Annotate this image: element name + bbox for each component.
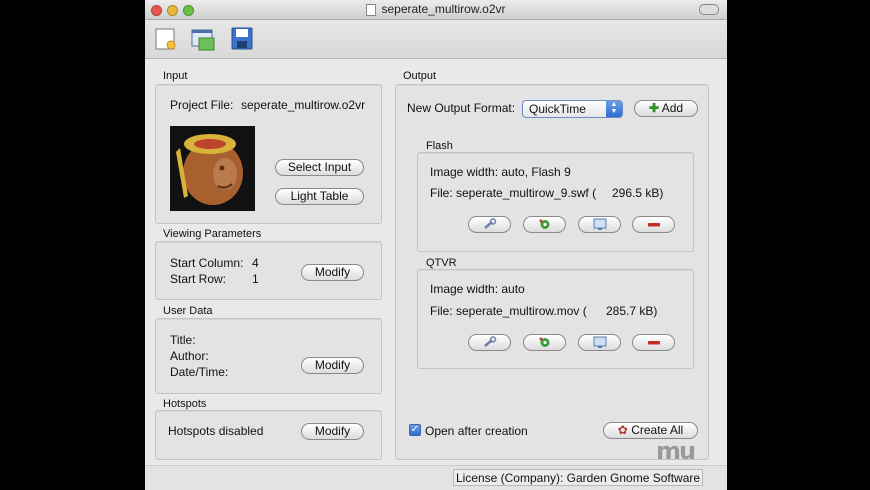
gear-icon [539, 337, 550, 347]
output-group: New Output Format: QuickTime ▲ ▼ ✚ Add Fl… [395, 84, 709, 460]
flash-group: Image width: auto, Flash 9 File: seperat… [417, 152, 694, 252]
window-title: seperate_multirow.o2vr [381, 2, 506, 16]
minimize-window-button[interactable] [167, 5, 178, 16]
flash-build-button[interactable] [523, 216, 566, 233]
add-output-label: Add [661, 101, 684, 115]
qtvr-file-size: 285.7 kB) [606, 304, 658, 318]
input-section-label: Input [163, 70, 188, 82]
start-row-value: 1 [252, 272, 259, 286]
window-title-wrap: seperate_multirow.o2vr [366, 0, 506, 19]
save-project-icon[interactable] [229, 26, 255, 52]
qtvr-settings-button[interactable] [468, 334, 511, 351]
flash-image-width: Image width: auto, Flash 9 [430, 165, 571, 179]
license-info: License (Company): Garden Gnome Software [453, 469, 703, 486]
start-column-value: 4 [252, 256, 259, 270]
author-field-label: Author: [170, 349, 209, 363]
watermark-logo: mu [656, 437, 696, 465]
project-file-label: Project File: [170, 98, 234, 112]
qtvr-preview-button[interactable] [578, 334, 621, 351]
create-gear-icon: ✿ [617, 423, 628, 437]
open-after-creation-checkbox[interactable]: ✓ [409, 424, 421, 436]
viewing-modify-button[interactable]: Modify [301, 264, 364, 281]
hotspots-group: Hotspots disabled Modify [155, 410, 382, 460]
start-row-label: Start Row: [170, 272, 227, 286]
open-project-icon[interactable] [190, 26, 216, 52]
monitor-icon [593, 218, 607, 230]
qtvr-file: File: seperate_multirow.mov ( [430, 304, 587, 318]
document-icon [366, 3, 377, 16]
input-group: Project File: seperate_multirow.o2vr Sel… [155, 84, 382, 224]
select-input-button[interactable]: Select Input [275, 159, 364, 176]
close-window-button[interactable] [151, 5, 162, 16]
flash-remove-button[interactable] [632, 216, 675, 233]
minus-icon [648, 341, 660, 345]
output-format-value: QuickTime [529, 102, 586, 116]
user-data-modify-button[interactable]: Modify [301, 357, 364, 374]
qtvr-build-button[interactable] [523, 334, 566, 351]
input-thumbnail [170, 126, 255, 211]
monitor-icon [593, 336, 607, 348]
flash-preview-button[interactable] [578, 216, 621, 233]
open-after-creation-label: Open after creation [425, 424, 528, 438]
user-data-group: Title: Author: Date/Time: Modify [155, 318, 382, 394]
viewing-section-label: Viewing Parameters [163, 228, 262, 240]
qtvr-section-label: QTVR [426, 257, 457, 269]
flash-file: File: seperate_multirow_9.swf ( [430, 186, 597, 200]
minus-icon [648, 223, 660, 227]
title-bar: seperate_multirow.o2vr [145, 0, 727, 20]
light-table-button[interactable]: Light Table [275, 188, 364, 205]
qtvr-group: Image width: auto File: seperate_multiro… [417, 269, 694, 369]
toolbar [145, 20, 727, 59]
wrench-icon [484, 218, 497, 229]
gear-icon [539, 219, 550, 229]
qtvr-remove-button[interactable] [632, 334, 675, 351]
add-plus-icon: ✚ [648, 101, 660, 115]
flash-file-size: 296.5 kB) [612, 186, 664, 200]
start-column-label: Start Column: [170, 256, 244, 270]
datetime-field-label: Date/Time: [170, 365, 229, 379]
status-bar: License (Company): Garden Gnome Software [145, 465, 727, 490]
wrench-icon [484, 336, 497, 347]
select-arrows-icon: ▲ ▼ [606, 101, 622, 117]
viewing-group: Start Column: 4 Start Row: 1 Modify [155, 241, 382, 300]
title-field-label: Title: [170, 333, 196, 347]
project-file-value: seperate_multirow.o2vr [241, 98, 366, 112]
hotspots-modify-button[interactable]: Modify [301, 423, 364, 440]
qtvr-image-width: Image width: auto [430, 282, 525, 296]
new-output-format-label: New Output Format: [407, 101, 516, 115]
add-output-button[interactable]: ✚ Add [634, 100, 698, 117]
zoom-window-button[interactable] [183, 5, 194, 16]
output-format-select[interactable]: QuickTime ▲ ▼ [522, 100, 623, 118]
app-window: seperate_multirow.o2vr Input Project Fil… [145, 0, 727, 490]
user-data-section-label: User Data [163, 305, 213, 317]
hotspots-status: Hotspots disabled [168, 424, 264, 438]
toolbar-toggle-button[interactable] [699, 4, 719, 15]
output-section-label: Output [403, 70, 437, 82]
new-project-icon[interactable] [153, 26, 179, 52]
flash-settings-button[interactable] [468, 216, 511, 233]
create-all-label: Create All [631, 423, 684, 437]
flash-section-label: Flash [426, 140, 453, 152]
hotspots-section-label: Hotspots [163, 398, 207, 410]
